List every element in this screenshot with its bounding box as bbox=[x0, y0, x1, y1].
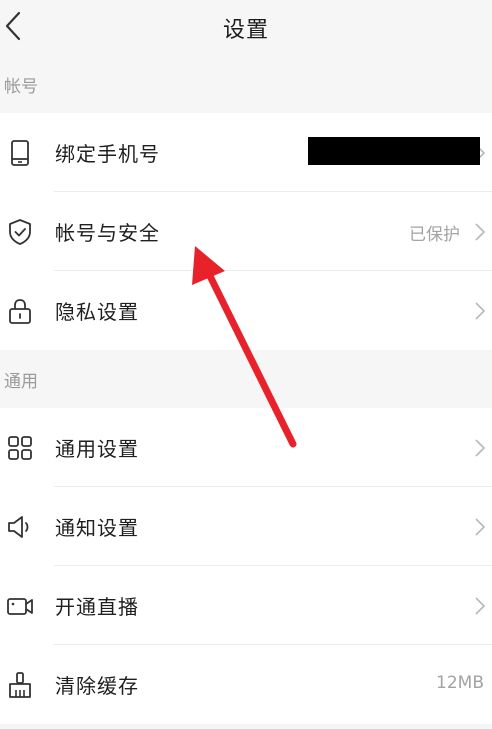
lock-icon bbox=[9, 299, 31, 324]
nav-bar: 设置 bbox=[0, 0, 492, 52]
shield-icon bbox=[9, 219, 31, 245]
grid-icon bbox=[8, 436, 32, 460]
section-title-account: 帐号 bbox=[4, 77, 38, 97]
settings-row-privacy[interactable]: 隐私设置 bbox=[0, 271, 492, 350]
page-title: 设置 bbox=[222, 18, 269, 43]
redacted-phone-number bbox=[308, 137, 480, 165]
broom-icon bbox=[9, 672, 31, 698]
chevron-right-icon bbox=[475, 518, 486, 536]
chevron-right-icon bbox=[475, 597, 486, 615]
settings-row-label: 清除缓存 bbox=[55, 674, 139, 698]
settings-row-general[interactable]: 通用设置 bbox=[0, 408, 492, 487]
chevron-right-icon bbox=[475, 302, 486, 320]
section-title-general: 通用 bbox=[4, 372, 38, 392]
cache-size-value: 12MB bbox=[436, 673, 484, 693]
general-settings-group: 通用设置 通知设置 开通直播 清除缓存 12MB bbox=[0, 408, 492, 724]
settings-row-label: 通知设置 bbox=[55, 516, 139, 540]
status-value: 已保护 bbox=[409, 225, 460, 245]
settings-row-notification[interactable]: 通知设置 bbox=[0, 487, 492, 566]
settings-row-account-security[interactable]: 帐号与安全 已保护 bbox=[0, 192, 492, 271]
settings-row-label: 开通直播 bbox=[55, 595, 139, 619]
settings-row-label: 隐私设置 bbox=[55, 300, 139, 324]
phone-icon bbox=[11, 140, 29, 166]
settings-row-label: 帐号与安全 bbox=[55, 221, 160, 245]
settings-row-label: 绑定手机号 bbox=[55, 142, 160, 166]
video-camera-icon bbox=[7, 598, 33, 615]
settings-row-label: 通用设置 bbox=[55, 437, 139, 461]
chevron-right-icon bbox=[475, 223, 486, 241]
settings-row-clear-cache[interactable]: 清除缓存 12MB bbox=[0, 645, 492, 724]
settings-row-live-stream[interactable]: 开通直播 bbox=[0, 566, 492, 645]
chevron-right-icon bbox=[475, 439, 486, 457]
speaker-icon bbox=[8, 516, 29, 538]
